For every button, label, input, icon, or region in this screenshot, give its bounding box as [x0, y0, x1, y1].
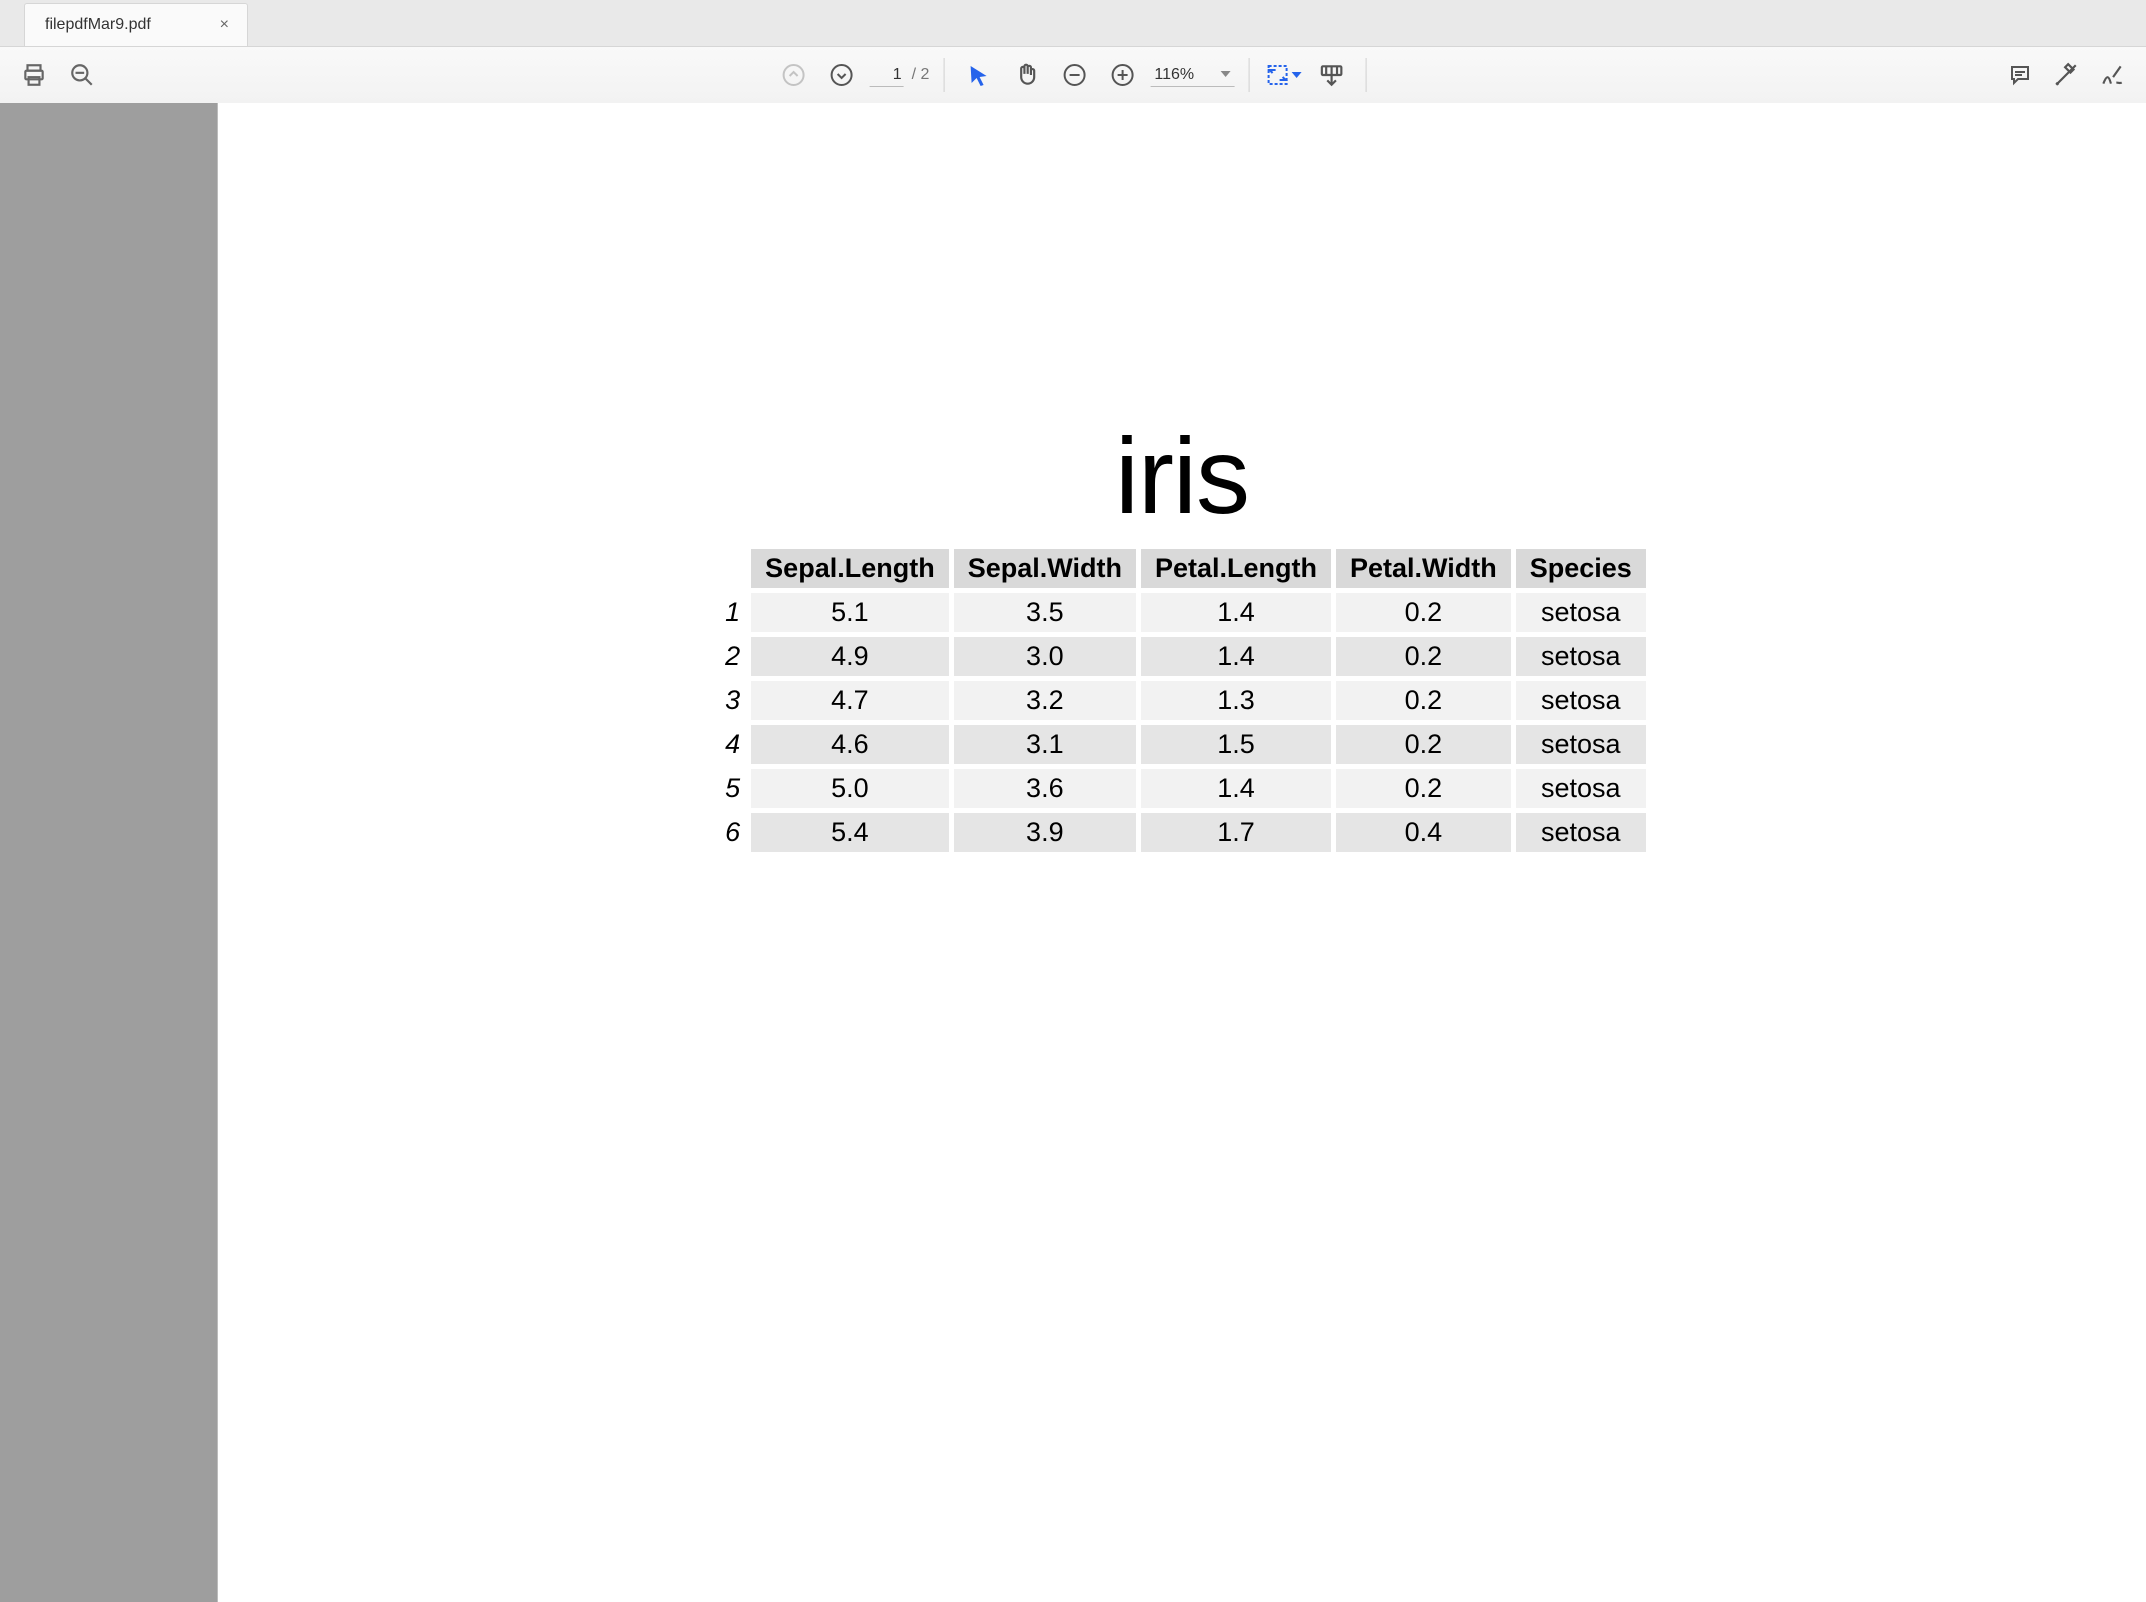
cell: 1.3 [1141, 681, 1331, 720]
cell: 3.6 [954, 769, 1136, 808]
document-title: iris [218, 413, 2146, 538]
page-down-button[interactable] [822, 55, 862, 95]
row-index: 6 [718, 813, 746, 852]
cell: setosa [1516, 593, 1646, 632]
zoom-in-button[interactable] [1102, 55, 1142, 95]
page-indicator: / 2 [870, 64, 930, 87]
thumbnail-panel[interactable] [0, 103, 217, 1602]
col-header: Species [1516, 549, 1646, 588]
col-header: Petal.Width [1336, 549, 1511, 588]
cell: 0.2 [1336, 637, 1511, 676]
close-icon[interactable]: × [214, 14, 235, 36]
table-corner [718, 549, 746, 588]
tab-title: filepdfMar9.pdf [45, 16, 151, 34]
cell: 4.9 [751, 637, 949, 676]
zoom-out-button[interactable] [1054, 55, 1094, 95]
viewer: iris Sepal.Length Sepal.Width Petal.Leng… [0, 103, 2146, 1602]
table-row: 5 5.0 3.6 1.4 0.2 setosa [718, 769, 1646, 808]
page-total: / 2 [912, 66, 930, 84]
cell: 5.0 [751, 769, 949, 808]
separator [1248, 58, 1249, 92]
cell: 3.1 [954, 725, 1136, 764]
sign-button[interactable] [2092, 55, 2132, 95]
cell: 0.2 [1336, 681, 1511, 720]
cell: setosa [1516, 813, 1646, 852]
cell: 1.4 [1141, 769, 1331, 808]
read-mode-button[interactable] [1311, 55, 1351, 95]
cell: 3.9 [954, 813, 1136, 852]
toolbar-right [2000, 55, 2132, 95]
cell: 3.2 [954, 681, 1136, 720]
col-header: Petal.Length [1141, 549, 1331, 588]
toolbar-center: / 2 116% [774, 55, 1373, 95]
row-index: 1 [718, 593, 746, 632]
row-index: 5 [718, 769, 746, 808]
separator [943, 58, 944, 92]
col-header: Sepal.Length [751, 549, 949, 588]
hand-tool-button[interactable] [1006, 55, 1046, 95]
cell: 3.5 [954, 593, 1136, 632]
tab-document[interactable]: filepdfMar9.pdf × [24, 3, 248, 46]
table-row: 1 5.1 3.5 1.4 0.2 setosa [718, 593, 1646, 632]
page-current-input[interactable] [870, 64, 904, 87]
cell: 1.4 [1141, 593, 1331, 632]
table-row: 3 4.7 3.2 1.3 0.2 setosa [718, 681, 1646, 720]
cell: 4.7 [751, 681, 949, 720]
cell: 5.4 [751, 813, 949, 852]
zoom-select[interactable]: 116% [1150, 64, 1234, 87]
table-row: 4 4.6 3.1 1.5 0.2 setosa [718, 725, 1646, 764]
cell: 0.2 [1336, 725, 1511, 764]
zoom-value: 116% [1154, 66, 1194, 84]
tabstrip: filepdfMar9.pdf × [0, 0, 2146, 47]
cell: 3.0 [954, 637, 1136, 676]
data-table: Sepal.Length Sepal.Width Petal.Length Pe… [713, 544, 1651, 857]
table-row: 2 4.9 3.0 1.4 0.2 setosa [718, 637, 1646, 676]
cell: 1.7 [1141, 813, 1331, 852]
cell: setosa [1516, 725, 1646, 764]
cell: 1.5 [1141, 725, 1331, 764]
cell: setosa [1516, 637, 1646, 676]
separator [1365, 58, 1366, 92]
cell: 4.6 [751, 725, 949, 764]
table-row: 6 5.4 3.9 1.7 0.4 setosa [718, 813, 1646, 852]
cell: 0.4 [1336, 813, 1511, 852]
page-up-button[interactable] [774, 55, 814, 95]
cell: 5.1 [751, 593, 949, 632]
page-area[interactable]: iris Sepal.Length Sepal.Width Petal.Leng… [217, 103, 2146, 1602]
row-index: 3 [718, 681, 746, 720]
cell: 1.4 [1141, 637, 1331, 676]
chevron-down-icon [1220, 66, 1230, 84]
row-index: 4 [718, 725, 746, 764]
print-button[interactable] [14, 55, 54, 95]
cell: setosa [1516, 681, 1646, 720]
zoom-search-button[interactable] [62, 55, 102, 95]
fit-page-button[interactable] [1263, 55, 1303, 95]
cell: 0.2 [1336, 593, 1511, 632]
document: iris Sepal.Length Sepal.Width Petal.Leng… [218, 103, 2146, 857]
cell: 0.2 [1336, 769, 1511, 808]
col-header: Sepal.Width [954, 549, 1136, 588]
highlight-button[interactable] [2046, 55, 2086, 95]
selection-tool-button[interactable] [958, 55, 998, 95]
comment-button[interactable] [2000, 55, 2040, 95]
row-index: 2 [718, 637, 746, 676]
toolbar: / 2 116% [0, 47, 2146, 104]
cell: setosa [1516, 769, 1646, 808]
table-header-row: Sepal.Length Sepal.Width Petal.Length Pe… [718, 549, 1646, 588]
